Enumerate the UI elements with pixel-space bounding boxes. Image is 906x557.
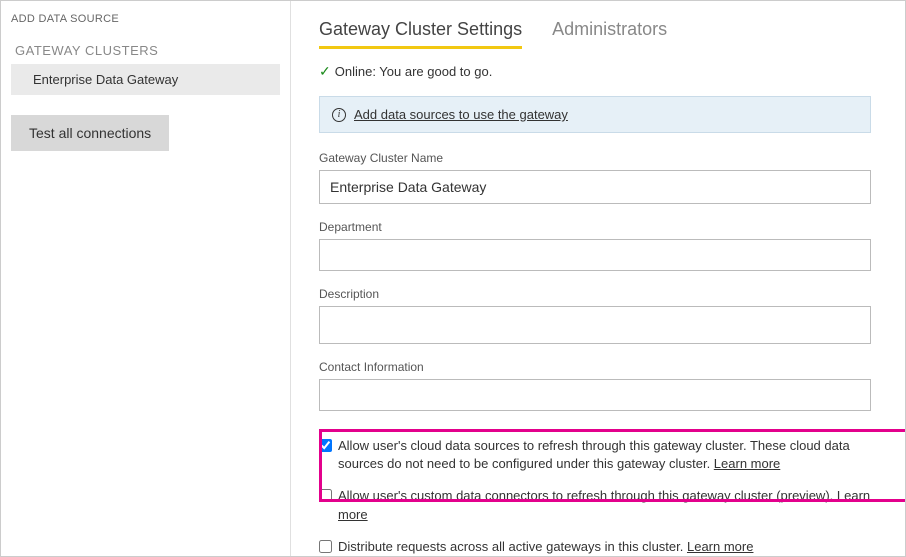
- allow-cloud-sources-checkbox[interactable]: [319, 439, 332, 452]
- distribute-requests-label: Distribute requests across all active ga…: [338, 538, 753, 556]
- description-label: Description: [319, 287, 877, 301]
- tab-gateway-cluster-settings[interactable]: Gateway Cluster Settings: [319, 19, 522, 49]
- allow-custom-connectors-checkbox[interactable]: [319, 489, 332, 502]
- gateway-cluster-item[interactable]: Enterprise Data Gateway: [11, 64, 280, 95]
- allow-custom-connectors-label: Allow user's custom data connectors to r…: [338, 487, 877, 523]
- info-icon: i: [332, 108, 346, 122]
- distribute-requests-checkbox[interactable]: [319, 540, 332, 553]
- allow-cloud-sources-label: Allow user's cloud data sources to refre…: [338, 437, 877, 473]
- contact-input[interactable]: [319, 379, 871, 411]
- check-icon: ✓: [319, 63, 331, 80]
- info-banner: i Add data sources to use the gateway: [319, 96, 871, 133]
- cluster-name-input[interactable]: [319, 170, 871, 204]
- department-input[interactable]: [319, 239, 871, 271]
- add-data-sources-link[interactable]: Add data sources to use the gateway: [354, 107, 568, 122]
- tab-administrators[interactable]: Administrators: [552, 19, 667, 49]
- add-data-source-link[interactable]: ADD DATA SOURCE: [11, 13, 280, 25]
- sidebar: ADD DATA SOURCE GATEWAY CLUSTERS Enterpr…: [1, 1, 291, 556]
- main-panel: Gateway Cluster Settings Administrators …: [291, 1, 905, 556]
- allow-cloud-sources-option[interactable]: Allow user's cloud data sources to refre…: [319, 437, 877, 473]
- learn-more-cloud-link[interactable]: Learn more: [714, 456, 780, 471]
- allow-custom-connectors-option[interactable]: Allow user's custom data connectors to r…: [319, 487, 877, 523]
- department-label: Department: [319, 220, 877, 234]
- test-all-connections-button[interactable]: Test all connections: [11, 115, 169, 151]
- cluster-name-label: Gateway Cluster Name: [319, 151, 877, 165]
- status-row: ✓ Online: You are good to go.: [319, 63, 877, 80]
- learn-more-distribute-link[interactable]: Learn more: [687, 539, 753, 554]
- tab-bar: Gateway Cluster Settings Administrators: [319, 19, 877, 49]
- contact-label: Contact Information: [319, 360, 877, 374]
- gateway-clusters-heading: GATEWAY CLUSTERS: [11, 43, 280, 58]
- distribute-requests-option[interactable]: Distribute requests across all active ga…: [319, 538, 877, 556]
- status-text: Online: You are good to go.: [335, 64, 493, 79]
- description-input[interactable]: [319, 306, 871, 344]
